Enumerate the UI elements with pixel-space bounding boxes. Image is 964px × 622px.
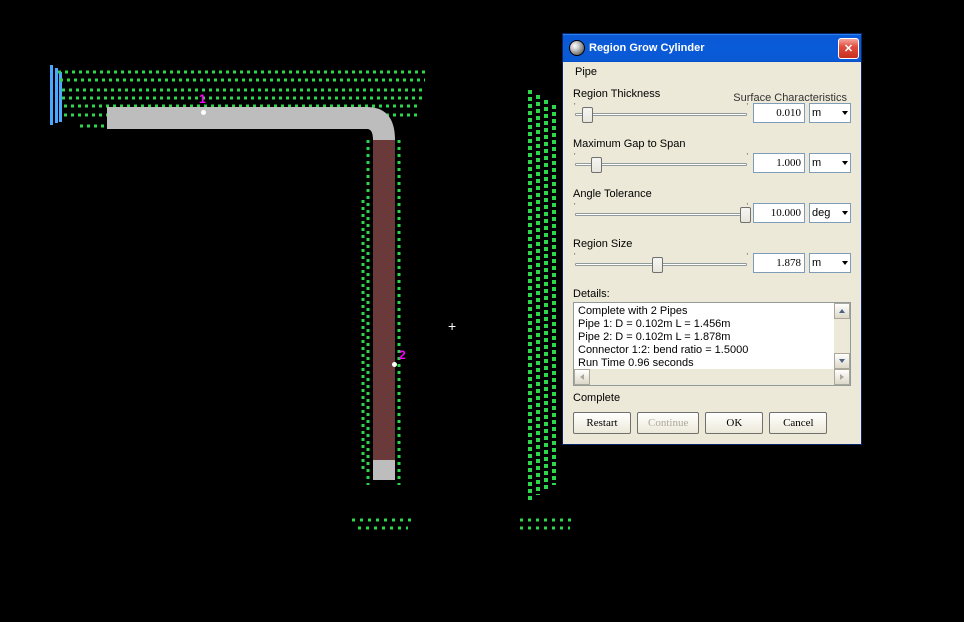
chevron-down-icon — [842, 261, 848, 265]
details-label: Details: — [573, 288, 851, 300]
scroll-down-button[interactable] — [834, 353, 850, 369]
unit-angle-tolerance[interactable]: deg — [809, 203, 851, 223]
pipe-1 — [107, 107, 367, 129]
input-maximum-gap[interactable] — [753, 153, 805, 173]
unit-label: m — [812, 157, 821, 169]
unit-label: m — [812, 107, 821, 119]
scroll-up-button[interactable] — [834, 303, 850, 319]
chevron-down-icon — [842, 111, 848, 115]
close-icon: ✕ — [844, 42, 853, 55]
details-line: Complete with 2 Pipes — [578, 305, 830, 318]
label-maximum-gap: Maximum Gap to Span — [573, 138, 851, 150]
field-maximum-gap: Maximum Gap to Span '' m — [573, 138, 851, 174]
marker-1-label: 1 — [199, 92, 206, 106]
label-region-size: Region Size — [573, 238, 851, 250]
input-angle-tolerance[interactable] — [753, 203, 805, 223]
input-region-thickness[interactable] — [753, 103, 805, 123]
menu-pipe[interactable]: Pipe — [569, 64, 603, 80]
ok-button[interactable]: OK — [705, 412, 763, 434]
vertical-scrollbar[interactable] — [834, 303, 850, 369]
cancel-button[interactable]: Cancel — [769, 412, 827, 434]
details-line: Connector 1:2: bend ratio = 1.5000 — [578, 344, 830, 357]
marker-2[interactable]: 2 — [392, 358, 397, 370]
slider-thumb[interactable] — [591, 157, 602, 173]
slider-thumb[interactable] — [740, 207, 751, 223]
horizontal-scrollbar[interactable] — [574, 369, 850, 385]
slider-thumb[interactable] — [582, 107, 593, 123]
marker-1[interactable]: 1 — [201, 106, 206, 118]
unit-region-size[interactable]: m — [809, 253, 851, 273]
unit-label: deg — [812, 207, 830, 219]
details-line: Pipe 2: D = 0.102m L = 1.878m — [578, 331, 830, 344]
chevron-down-icon — [842, 161, 848, 165]
status-text: Complete — [573, 392, 851, 404]
close-button[interactable]: ✕ — [838, 38, 859, 59]
scroll-left-button[interactable] — [574, 369, 590, 385]
details-content[interactable]: Complete with 2 Pipes Pipe 1: D = 0.102m… — [574, 303, 834, 369]
unit-label: m — [812, 257, 821, 269]
unit-maximum-gap[interactable]: m — [809, 153, 851, 173]
menubar: Pipe — [563, 62, 861, 82]
details-line: Pipe 1: D = 0.102m L = 1.456m — [578, 318, 830, 331]
label-angle-tolerance: Angle Tolerance — [573, 188, 851, 200]
unit-region-thickness[interactable]: m — [809, 103, 851, 123]
slider-angle-tolerance[interactable]: '' — [573, 202, 749, 224]
slider-thumb[interactable] — [652, 257, 663, 273]
restart-button[interactable]: Restart — [573, 412, 631, 434]
marker-2-label: 2 — [399, 348, 406, 362]
marker-dot-icon — [201, 110, 206, 115]
slider-region-thickness[interactable]: '' — [573, 102, 749, 124]
dialog-body: Surface Characteristics Region Thickness… — [563, 82, 861, 444]
input-region-size[interactable] — [753, 253, 805, 273]
marker-dot-icon — [392, 362, 397, 367]
field-angle-tolerance: Angle Tolerance '' deg — [573, 188, 851, 224]
dialog-title: Region Grow Cylinder — [589, 42, 838, 54]
details-line: Run Time 0.96 seconds — [578, 357, 830, 369]
app-icon — [569, 40, 585, 56]
button-row: Restart Continue OK Cancel — [573, 412, 851, 434]
slider-maximum-gap[interactable]: '' — [573, 152, 749, 174]
field-region-size: Region Size '' m — [573, 238, 851, 274]
slider-region-size[interactable]: '' — [573, 252, 749, 274]
pipe-elbow — [367, 107, 395, 140]
details-box: Complete with 2 Pipes Pipe 1: D = 0.102m… — [573, 302, 851, 386]
titlebar[interactable]: Region Grow Cylinder ✕ — [563, 34, 861, 62]
chevron-down-icon — [842, 211, 848, 215]
section-surface-characteristics: Surface Characteristics — [733, 92, 847, 104]
pipe-2 — [373, 140, 395, 470]
continue-button: Continue — [637, 412, 699, 434]
region-grow-cylinder-dialog: Region Grow Cylinder ✕ Pipe Surface Char… — [562, 33, 862, 445]
scroll-right-button[interactable] — [834, 369, 850, 385]
